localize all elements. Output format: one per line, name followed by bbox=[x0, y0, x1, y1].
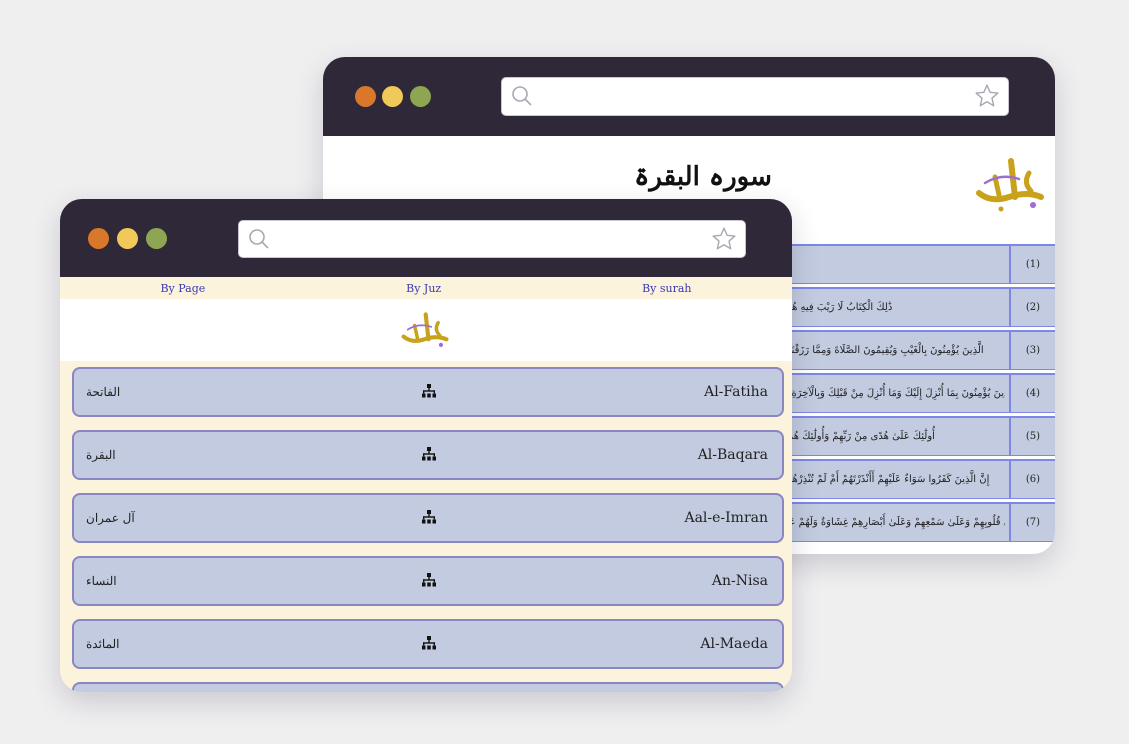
surah-name-english: Al-Maeda bbox=[700, 636, 768, 652]
surah-name-arabic: آل عمران bbox=[86, 511, 135, 525]
verse-number: (4) bbox=[1009, 375, 1055, 412]
verse-row[interactable]: ذَٰلِكَ الْكِتَابُ لَا رَيْبَ فِيهِ هُدً… bbox=[745, 287, 1055, 327]
maximize-dot[interactable] bbox=[146, 228, 167, 249]
sitemap-icon[interactable] bbox=[422, 384, 436, 398]
minimize-dot[interactable] bbox=[382, 86, 403, 107]
close-dot[interactable] bbox=[355, 86, 376, 107]
surah-name-english: Al-Baqara bbox=[697, 447, 768, 463]
surah-card[interactable]: المائدة Al-Maeda bbox=[72, 619, 784, 669]
front-search-bar[interactable] bbox=[238, 220, 746, 258]
search-icon bbox=[249, 229, 269, 249]
surah-card[interactable] bbox=[72, 682, 784, 692]
verse-number: (1) bbox=[1009, 246, 1055, 283]
surah-name-arabic: البقرة bbox=[86, 448, 116, 462]
surah-card[interactable]: البقرة Al-Baqara bbox=[72, 430, 784, 480]
verse-row[interactable]: إِنَّ الَّذِينَ كَفَرُوا سَوَاءٌ عَلَيْه… bbox=[745, 459, 1055, 499]
verse-row[interactable]: أُولَٰئِكَ عَلَىٰ هُدًى مِنْ رَبِّهِمْ و… bbox=[745, 416, 1055, 456]
verse-row[interactable]: خَتَمَ اللَّهُ عَلَىٰ قُلُوبِهِمْ وَعَلَ… bbox=[745, 502, 1055, 542]
verse-number: (2) bbox=[1009, 289, 1055, 326]
sitemap-icon[interactable] bbox=[422, 573, 436, 587]
front-browser-window: By Page By Juz By surah الفاتحة Al-Fatih… bbox=[60, 199, 792, 692]
nav-by-surah[interactable]: By surah bbox=[642, 282, 691, 295]
nav-by-page[interactable]: By Page bbox=[160, 282, 205, 295]
verse-number: (6) bbox=[1009, 461, 1055, 498]
verse-number: (7) bbox=[1009, 504, 1055, 541]
star-icon[interactable] bbox=[711, 226, 737, 252]
surah-card[interactable]: الفاتحة Al-Fatiha bbox=[72, 367, 784, 417]
surah-name-english: Aal-e-Imran bbox=[684, 510, 768, 526]
verse-number: (3) bbox=[1009, 332, 1055, 369]
verse-table: الم (1) ذَٰلِكَ الْكِتَابُ لَا رَيْبَ فِ… bbox=[745, 244, 1055, 545]
browse-nav: By Page By Juz By surah bbox=[60, 277, 792, 299]
sitemap-icon[interactable] bbox=[422, 510, 436, 524]
maximize-dot[interactable] bbox=[410, 86, 431, 107]
front-titlebar bbox=[60, 199, 792, 277]
close-dot[interactable] bbox=[88, 228, 109, 249]
basair-logo bbox=[976, 158, 1044, 212]
minimize-dot[interactable] bbox=[117, 228, 138, 249]
surah-list: الفاتحة Al-Fatiha البقرة Al-Baqara آل عم… bbox=[72, 367, 784, 692]
surah-name-arabic: المائدة bbox=[86, 637, 120, 651]
surah-name-arabic: الفاتحة bbox=[86, 385, 121, 399]
surah-title: سورہ البقرۃ bbox=[634, 162, 772, 192]
back-titlebar bbox=[323, 57, 1055, 136]
surah-card[interactable]: آل عمران Aal-e-Imran bbox=[72, 493, 784, 543]
surah-card[interactable]: النساء An-Nisa bbox=[72, 556, 784, 606]
surah-name-english: Al-Fatiha bbox=[704, 384, 768, 400]
basair-logo bbox=[401, 312, 449, 347]
surah-name-arabic: النساء bbox=[86, 574, 117, 588]
verse-number: (5) bbox=[1009, 418, 1055, 455]
search-icon bbox=[512, 86, 532, 106]
sitemap-icon[interactable] bbox=[422, 447, 436, 461]
verse-row[interactable]: وَالَّذِينَ يُؤْمِنُونَ بِمَا أُنْزِلَ إ… bbox=[745, 373, 1055, 413]
star-icon[interactable] bbox=[974, 83, 1000, 109]
sitemap-icon[interactable] bbox=[422, 636, 436, 650]
verse-row[interactable]: الَّذِينَ يُؤْمِنُونَ بِالْغَيْبِ وَيُقِ… bbox=[745, 330, 1055, 370]
nav-by-juz[interactable]: By Juz bbox=[406, 282, 441, 295]
surah-name-english: An-Nisa bbox=[711, 573, 768, 589]
verse-row[interactable]: الم (1) bbox=[745, 244, 1055, 284]
back-search-bar[interactable] bbox=[501, 77, 1009, 116]
